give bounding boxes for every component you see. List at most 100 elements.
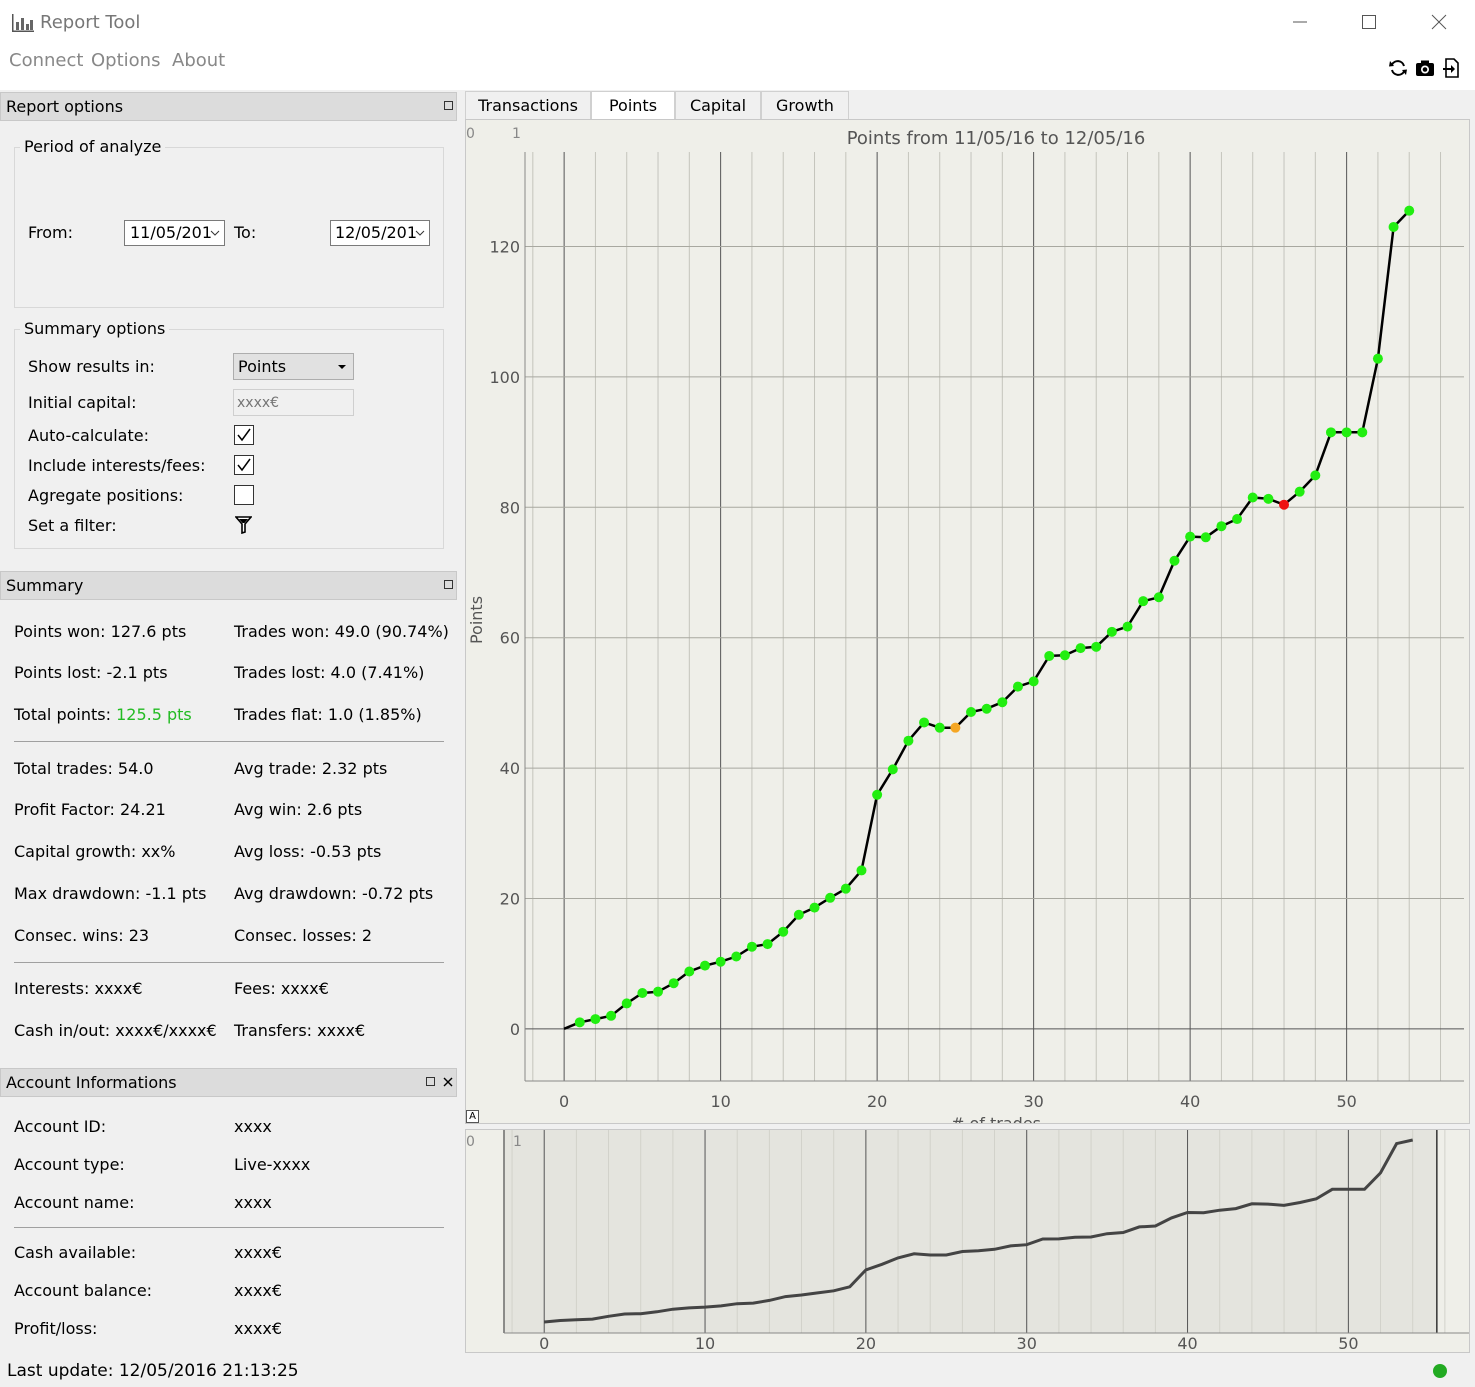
chart-title: Points from 11/05/16 to 12/05/16 bbox=[847, 128, 1146, 149]
data-point bbox=[590, 1014, 601, 1025]
account-info-header: Account Informations bbox=[0, 1068, 457, 1097]
data-point bbox=[1028, 676, 1039, 687]
report-options-title: Report options bbox=[6, 97, 124, 116]
avg-trade: Avg trade: 2.32 pts bbox=[234, 759, 388, 778]
title-bar: Report Tool bbox=[0, 0, 1475, 46]
export-icon[interactable] bbox=[1442, 58, 1462, 78]
avg-win: Avg win: 2.6 pts bbox=[234, 800, 363, 819]
tab-points[interactable]: Points bbox=[591, 91, 675, 121]
from-date-picker[interactable]: 11/05/201 bbox=[124, 220, 225, 246]
filter-icon[interactable] bbox=[235, 516, 252, 534]
x-axis-label: # of trades bbox=[951, 1114, 1041, 1123]
data-point bbox=[966, 707, 977, 718]
x-tick-label: 50 bbox=[1336, 1092, 1356, 1111]
x-tick-label: 40 bbox=[1180, 1092, 1200, 1111]
close-button[interactable] bbox=[1414, 6, 1464, 40]
checkmark-icon bbox=[237, 458, 251, 472]
data-point bbox=[1200, 532, 1211, 543]
points-chart[interactable]: Points from 11/05/16 to 12/05/160 10 10 20 3… bbox=[466, 120, 1469, 1133]
minimize-button[interactable] bbox=[1275, 6, 1325, 40]
data-point bbox=[1310, 470, 1321, 481]
menu-options[interactable]: Options bbox=[91, 50, 160, 71]
data-point bbox=[1153, 592, 1164, 603]
points-won: Points won: 127.6 pts bbox=[14, 622, 187, 641]
data-point bbox=[997, 697, 1008, 708]
points-chart-panel: Points from 11/05/16 to 12/05/16 0 1 0 10 20 3… bbox=[465, 119, 1470, 1133]
total-points: Total points: 125.5 pts bbox=[14, 705, 192, 724]
data-point bbox=[934, 722, 945, 733]
summary-options-title: Summary options bbox=[20, 319, 170, 338]
initial-capital-label: Initial capital: bbox=[28, 393, 137, 412]
connection-status-indicator bbox=[1433, 1364, 1447, 1378]
divider bbox=[14, 741, 444, 742]
refresh-icon[interactable] bbox=[1388, 58, 1408, 78]
data-point bbox=[793, 909, 804, 920]
data-point bbox=[1185, 531, 1196, 542]
auto-calculate-label: Auto-calculate: bbox=[28, 426, 149, 445]
dropdown-arrow-icon bbox=[338, 365, 346, 369]
data-point bbox=[1294, 486, 1305, 497]
checkmark-icon bbox=[237, 428, 251, 442]
data-point bbox=[903, 735, 914, 746]
x-tick-label: 20 bbox=[867, 1092, 887, 1111]
float-panel-icon[interactable] bbox=[426, 1077, 435, 1086]
chevron-down-icon bbox=[210, 230, 220, 236]
maximize-icon bbox=[1362, 15, 1376, 29]
account-balance-label: Account balance: bbox=[14, 1281, 153, 1300]
x-tick-label: 30 bbox=[1023, 1092, 1043, 1111]
auto-calculate-checkbox[interactable] bbox=[234, 425, 254, 445]
tab-growth[interactable]: Growth bbox=[761, 91, 849, 120]
float-panel-icon[interactable] bbox=[444, 101, 453, 110]
points-series-line bbox=[563, 209, 1411, 1030]
profit-loss-label: Profit/loss: bbox=[14, 1319, 98, 1338]
data-point bbox=[856, 865, 867, 876]
data-point bbox=[637, 987, 648, 998]
initial-capital-input[interactable] bbox=[233, 389, 354, 416]
transfers: Transfers: xxxx€ bbox=[234, 1021, 366, 1040]
float-panel-icon[interactable] bbox=[444, 580, 453, 589]
y-tick-label: 0 bbox=[510, 1020, 520, 1039]
menu-about[interactable]: About bbox=[172, 50, 225, 71]
trades-won: Trades won: 49.0 (90.74%) bbox=[234, 622, 449, 641]
include-fees-label: Include interests/fees: bbox=[28, 456, 206, 475]
corner-label: 1 bbox=[512, 126, 521, 142]
menu-connect[interactable]: Connect bbox=[9, 50, 83, 71]
to-date-picker[interactable]: 12/05/201 bbox=[330, 220, 430, 246]
cash-in-out: Cash in/out: xxxx€/xxxx€ bbox=[14, 1021, 217, 1040]
data-point bbox=[1247, 492, 1258, 503]
show-results-select[interactable]: Points bbox=[233, 353, 354, 380]
minimize-icon bbox=[1293, 21, 1307, 23]
profit-loss-value: xxxx€ bbox=[234, 1319, 283, 1338]
aggregate-positions-checkbox[interactable] bbox=[234, 485, 254, 505]
tab-capital[interactable]: Capital bbox=[675, 91, 761, 120]
last-update-status: Last update: 12/05/2016 21:13:25 bbox=[7, 1361, 299, 1381]
trades-lost: Trades lost: 4.0 (7.41%) bbox=[234, 663, 425, 682]
data-point bbox=[606, 1010, 617, 1021]
data-point bbox=[731, 951, 742, 962]
divider bbox=[14, 962, 444, 963]
aggregate-positions-label: Agregate positions: bbox=[28, 486, 184, 505]
auto-scale-button[interactable]: A bbox=[466, 1110, 479, 1123]
data-point bbox=[1232, 514, 1243, 525]
data-point bbox=[981, 703, 992, 714]
account-name-label: Account name: bbox=[14, 1193, 135, 1212]
data-point bbox=[1216, 521, 1227, 532]
to-date-value: 12/05/201 bbox=[335, 223, 418, 242]
interests: Interests: xxxx€ bbox=[14, 979, 143, 998]
camera-icon[interactable] bbox=[1415, 58, 1435, 78]
data-point bbox=[1122, 621, 1133, 632]
data-point bbox=[1325, 427, 1336, 438]
data-point bbox=[825, 892, 836, 903]
maximize-button[interactable] bbox=[1344, 6, 1394, 40]
data-point bbox=[919, 717, 930, 728]
tab-transactions[interactable]: Transactions bbox=[465, 91, 591, 120]
x-tick-label: 10 bbox=[710, 1092, 730, 1111]
avg-drawdown: Avg drawdown: -0.72 pts bbox=[234, 884, 434, 903]
trades-flat: Trades flat: 1.0 (1.85%) bbox=[234, 705, 422, 724]
include-fees-checkbox[interactable] bbox=[234, 455, 254, 475]
data-point bbox=[699, 960, 710, 971]
report-options-header: Report options bbox=[0, 92, 457, 121]
close-icon[interactable] bbox=[443, 1077, 453, 1087]
overview-chart[interactable]: 0 10 10 20 30 40 50 bbox=[466, 1130, 1469, 1353]
data-point bbox=[1357, 427, 1368, 438]
